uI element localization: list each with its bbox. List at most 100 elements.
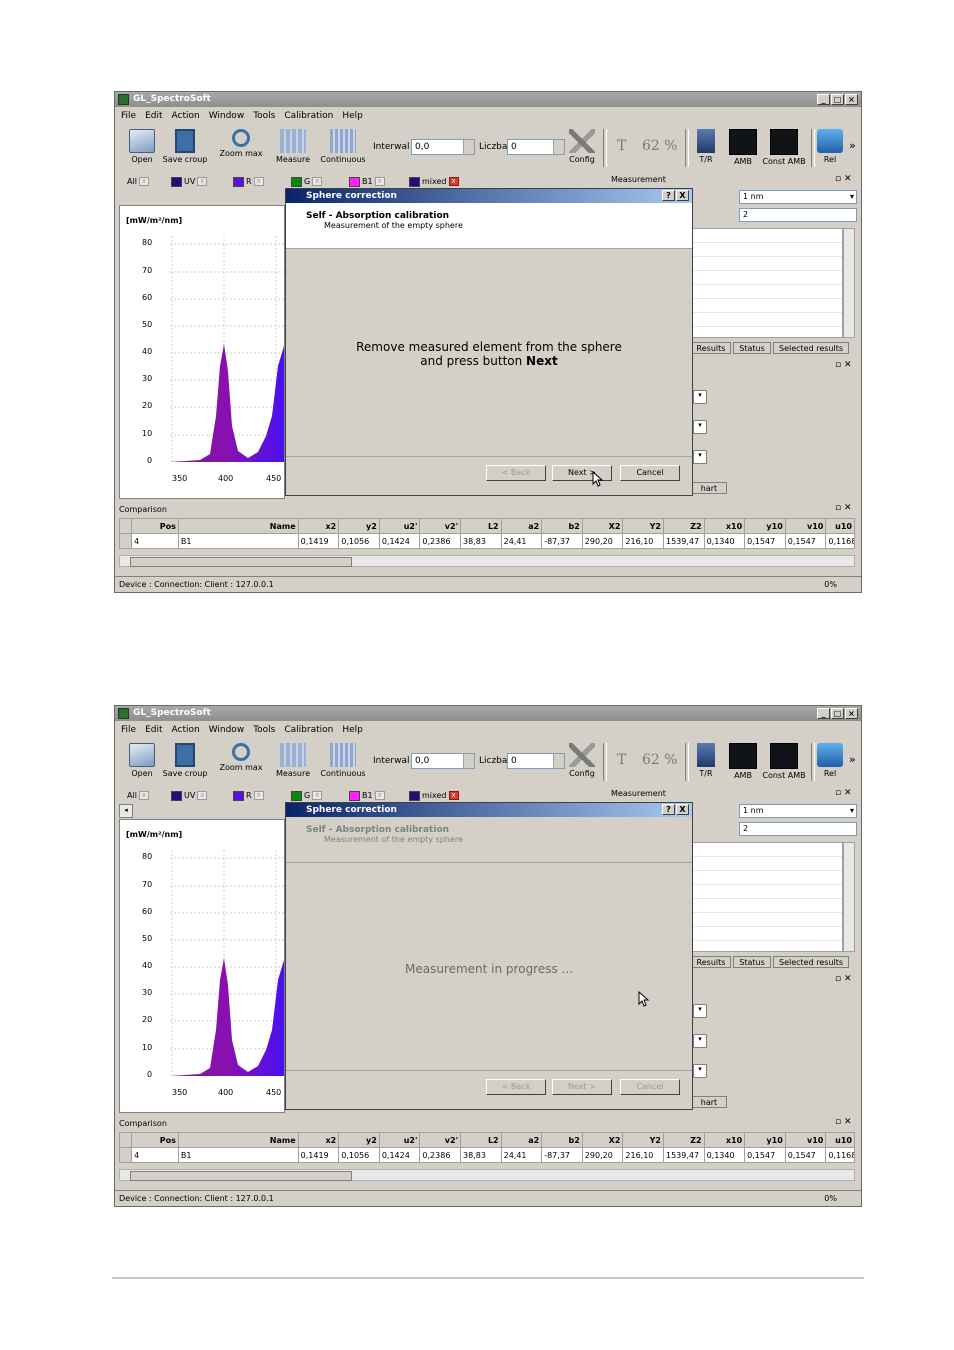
filter-uv[interactable]: UV x: [171, 175, 208, 188]
toolbar-overflow-icon[interactable]: »: [849, 753, 856, 766]
column-header[interactable]: v10: [784, 1132, 827, 1148]
tab-status[interactable]: Status: [733, 342, 771, 354]
right-spinbox[interactable]: 2: [739, 208, 857, 222]
back-button[interactable]: < Back: [486, 465, 546, 481]
amb-button[interactable]: AMB: [729, 129, 757, 166]
zoom-max-button[interactable]: Zoom max: [219, 129, 263, 158]
column-header[interactable]: X2: [581, 1132, 624, 1148]
filter-all[interactable]: All x: [127, 789, 149, 802]
close-icon[interactable]: x: [448, 791, 459, 800]
rel-button[interactable]: Rel: [817, 129, 843, 164]
measure-button[interactable]: Measure: [275, 129, 311, 164]
config-button[interactable]: Config: [567, 743, 597, 778]
horizontal-scrollbar[interactable]: [119, 555, 855, 567]
dock-float-close-icon[interactable]: ▫ ✕: [835, 360, 852, 370]
close-icon[interactable]: x: [374, 177, 385, 186]
filter-mixed[interactable]: mixed x: [409, 789, 459, 802]
column-header[interactable]: Name: [177, 518, 299, 534]
column-header[interactable]: y10: [744, 518, 786, 534]
chevron-down-icon[interactable]: ▾: [693, 1034, 707, 1048]
minimize-button[interactable]: _: [817, 708, 830, 719]
filter-r[interactable]: Rx: [233, 789, 264, 802]
column-header[interactable]: u2': [378, 518, 421, 534]
menu-tools[interactable]: Tools: [253, 723, 275, 737]
config-button[interactable]: Config: [567, 129, 597, 164]
dialog-close-button[interactable]: X: [676, 804, 689, 815]
column-header[interactable]: Y2: [622, 518, 664, 534]
column-header[interactable]: b2: [541, 518, 583, 534]
const-amb-button[interactable]: Const AMB: [761, 743, 807, 780]
open-button[interactable]: Open: [127, 129, 157, 164]
interval-spinbox[interactable]: 0,0: [411, 753, 475, 769]
table-row[interactable]: 4 B1 0,1419 0,1056 0,1424 0,2386 38,83 2…: [118, 1147, 855, 1163]
tab-selected-results[interactable]: Selected results: [773, 342, 849, 354]
const-amb-button[interactable]: Const AMB: [761, 129, 807, 166]
maximize-button[interactable]: □: [831, 94, 844, 105]
dock-float-close-icon[interactable]: ▫ ✕: [835, 974, 852, 984]
dialog-close-button[interactable]: X: [676, 190, 689, 201]
column-header[interactable]: X2: [581, 518, 624, 534]
column-header[interactable]: x2: [297, 1132, 340, 1148]
right-spinbox[interactable]: 2: [739, 822, 857, 836]
column-header[interactable]: y2: [338, 518, 380, 534]
close-icon[interactable]: x: [448, 177, 459, 186]
next-button[interactable]: Next >: [552, 1079, 612, 1095]
column-header[interactable]: v10: [784, 518, 827, 534]
horizontal-scrollbar[interactable]: [119, 1169, 855, 1181]
tab-results[interactable]: Results: [691, 342, 731, 354]
close-window-button[interactable]: ×: [845, 708, 858, 719]
menu-tools[interactable]: Tools: [253, 109, 275, 123]
back-button[interactable]: < Back: [486, 1079, 546, 1095]
filter-r[interactable]: Rx: [233, 175, 264, 188]
menu-edit[interactable]: Edit: [145, 723, 162, 737]
filter-all[interactable]: All x: [127, 175, 149, 188]
chevron-down-icon[interactable]: ▾: [693, 1064, 707, 1078]
column-header[interactable]: a2: [500, 1132, 543, 1148]
column-header[interactable]: u2': [378, 1132, 421, 1148]
results-list[interactable]: [691, 228, 843, 338]
close-icon[interactable]: x: [197, 791, 208, 800]
column-header[interactable]: Name: [177, 1132, 299, 1148]
column-header[interactable]: x2: [297, 518, 340, 534]
spin-arrows-icon[interactable]: [553, 140, 564, 154]
comparison-table[interactable]: Pos Name x2 y2 u2' v2' L2 a2 b2 X2 Y2 Z2…: [118, 518, 855, 549]
help-button[interactable]: ?: [662, 804, 675, 815]
close-icon[interactable]: x: [312, 791, 323, 800]
dock-float-close-icon[interactable]: ▫ ✕: [835, 174, 852, 184]
tab-chart[interactable]: hart: [691, 1096, 727, 1108]
column-header[interactable]: u10: [825, 518, 855, 534]
tr-button[interactable]: T/R: [693, 129, 719, 164]
open-button[interactable]: Open: [127, 743, 157, 778]
filter-g[interactable]: Gx: [291, 175, 323, 188]
rel-button[interactable]: Rel: [817, 743, 843, 778]
cancel-button[interactable]: Cancel: [620, 465, 680, 481]
column-header[interactable]: u10: [825, 1132, 855, 1148]
close-icon[interactable]: x: [253, 177, 264, 186]
tr-button[interactable]: T/R: [693, 743, 719, 778]
column-header[interactable]: Z2: [662, 518, 705, 534]
zoom-max-button[interactable]: Zoom max: [219, 743, 263, 772]
column-header[interactable]: y2: [338, 1132, 380, 1148]
menu-file[interactable]: File: [121, 109, 136, 123]
amb-button[interactable]: AMB: [729, 743, 757, 780]
toolbar-overflow-icon[interactable]: »: [849, 139, 856, 152]
close-icon[interactable]: x: [138, 791, 149, 800]
chevron-down-icon[interactable]: ▾: [693, 390, 707, 404]
continuous-button[interactable]: Continuous: [319, 129, 367, 164]
close-icon[interactable]: x: [374, 791, 385, 800]
close-window-button[interactable]: ×: [845, 94, 858, 105]
menu-help[interactable]: Help: [342, 723, 363, 737]
menu-window[interactable]: Window: [209, 109, 245, 123]
scrollbar-thumb[interactable]: [130, 1171, 352, 1181]
comparison-table[interactable]: Pos Name x2 y2 u2' v2' L2 a2 b2 X2 Y2 Z2…: [118, 1132, 855, 1163]
step-combo[interactable]: 1 nm ▾: [739, 804, 857, 818]
menu-action[interactable]: Action: [172, 109, 200, 123]
column-header[interactable]: x10: [703, 518, 746, 534]
results-scrollbar[interactable]: [843, 228, 855, 338]
scrollbar-thumb[interactable]: [130, 557, 352, 567]
table-row[interactable]: 4 B1 0,1419 0,1056 0,1424 0,2386 38,83 2…: [118, 533, 855, 549]
column-header[interactable]: b2: [541, 1132, 583, 1148]
column-header[interactable]: v2': [419, 518, 462, 534]
chevron-down-icon[interactable]: ▾: [693, 1004, 707, 1018]
measure-button[interactable]: Measure: [275, 743, 311, 778]
